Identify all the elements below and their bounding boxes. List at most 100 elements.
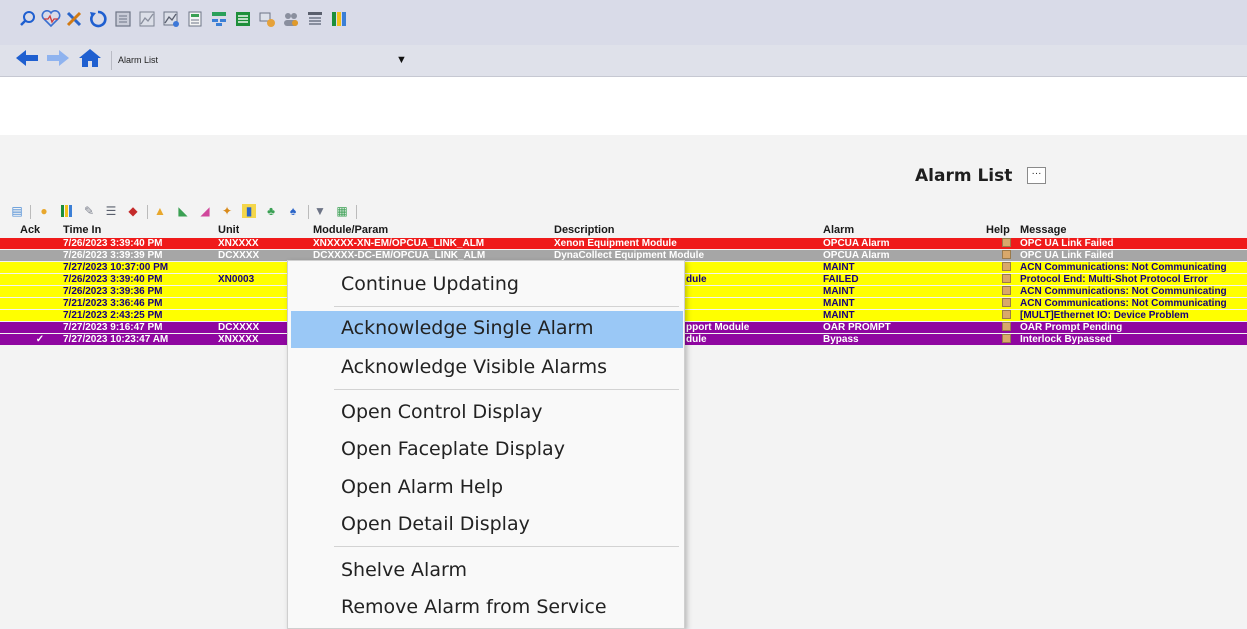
column-description[interactable]: Description: [554, 224, 615, 236]
table-cell: 7/26/2023 3:39:39 PM: [63, 250, 163, 261]
forward-arrow-icon[interactable]: [47, 48, 71, 72]
column-ack[interactable]: Ack: [20, 224, 40, 236]
chart-icon[interactable]: [137, 8, 157, 30]
menu-item-continue-updating[interactable]: Continue Updating: [288, 267, 684, 304]
context-menu: Continue Updating Acknowledge Single Ala…: [287, 260, 685, 629]
help-glyph: [1002, 298, 1011, 307]
nav-separator: [111, 51, 112, 70]
table-cell: ACN Communications: Not Communicating: [1020, 286, 1227, 297]
chart-edit-icon[interactable]: [161, 8, 181, 30]
help-glyph: [1002, 262, 1011, 271]
help-icon[interactable]: [1002, 298, 1011, 310]
table-cell: 7/27/2023 10:37:00 PM: [63, 262, 169, 273]
ack-check-icon: ✓: [35, 334, 45, 345]
columns-icon[interactable]: [329, 8, 349, 30]
table-row[interactable]: 7/26/2023 3:39:40 PM XNXXXX XNXXXX-XN-EM…: [0, 238, 1247, 249]
tools-icon[interactable]: [64, 8, 84, 30]
table-cell: MAINT: [823, 310, 855, 321]
menu-item-acknowledge-visible-alarms[interactable]: Acknowledge Visible Alarms: [288, 350, 684, 387]
help-icon[interactable]: [1002, 262, 1011, 274]
report-icon[interactable]: [113, 8, 133, 30]
help-icon[interactable]: [1002, 334, 1011, 346]
panel-options-button[interactable]: ···: [1027, 167, 1046, 184]
column-module-param[interactable]: Module/Param: [313, 224, 388, 236]
table-cell: pport Module: [686, 322, 750, 333]
menu-item-open-faceplate-display[interactable]: Open Faceplate Display: [288, 432, 684, 469]
help-icon[interactable]: [1002, 286, 1011, 298]
home-icon[interactable]: [78, 48, 102, 72]
network-icon[interactable]: [209, 8, 229, 30]
table-cell: dule: [686, 334, 707, 345]
menu-separator: [334, 306, 679, 307]
group-filter-icon[interactable]: ♣: [264, 204, 278, 218]
user-filter-icon[interactable]: ♠: [286, 204, 300, 218]
menu-item-shelve-alarm[interactable]: Shelve Alarm: [288, 553, 684, 590]
column-message[interactable]: Message: [1020, 224, 1066, 236]
table-cell: 7/26/2023 3:39:40 PM: [63, 274, 163, 285]
menu-item-open-alarm-help[interactable]: Open Alarm Help: [288, 470, 684, 507]
table-cell: 7/21/2023 2:43:25 PM: [63, 310, 163, 321]
back-arrow-icon[interactable]: [16, 48, 40, 72]
help-glyph: [1002, 250, 1011, 259]
help-icon[interactable]: [1002, 310, 1011, 322]
priority-filter-icon[interactable]: ▲: [153, 204, 167, 218]
export-icon[interactable]: ▦: [335, 204, 349, 218]
table-cell: OPCUA Alarm: [823, 238, 890, 249]
document-icon[interactable]: [185, 8, 205, 30]
table-cell: ACN Communications: Not Communicating: [1020, 298, 1227, 309]
edit-note-icon[interactable]: ✎: [82, 204, 96, 218]
menu-item-remove-alarm-from-service[interactable]: Remove Alarm from Service: [288, 590, 684, 627]
table-cell: Bypass: [823, 334, 859, 345]
user-group-icon[interactable]: [281, 8, 301, 30]
menu-item-label: Acknowledge Visible Alarms: [341, 356, 608, 378]
table-cell: OPC UA Link Failed: [1020, 250, 1114, 261]
area-filter-icon[interactable]: ✦: [220, 204, 234, 218]
list-icon[interactable]: [233, 8, 253, 30]
menu-item-label: Continue Updating: [341, 273, 519, 295]
bell-icon[interactable]: ●: [37, 204, 51, 218]
alarm-list-icon[interactable]: [305, 8, 325, 30]
filter-icon[interactable]: ▼: [313, 204, 327, 218]
list-view-icon[interactable]: ☰: [104, 204, 118, 218]
table-cell: MAINT: [823, 262, 855, 273]
menu-item-label: Remove Alarm from Service: [341, 596, 607, 618]
menu-item-open-control-display[interactable]: Open Control Display: [288, 395, 684, 432]
table-cell: 7/27/2023 9:16:47 PM: [63, 322, 163, 333]
help-icon[interactable]: [1002, 238, 1011, 250]
location-dropdown-button[interactable]: ▼: [396, 54, 407, 66]
menu-item-label: Open Detail Display: [341, 513, 530, 535]
navigation-bar: Alarm List ▼: [0, 45, 1247, 77]
highlight-filter-icon[interactable]: ▮: [242, 204, 256, 218]
table-settings-icon[interactable]: ▤: [10, 204, 24, 218]
column-time-in[interactable]: Time In: [63, 224, 101, 236]
alarm-table-header: Ack Time In Unit Module/Param Descriptio…: [0, 224, 1247, 237]
column-help[interactable]: Help: [986, 224, 1010, 236]
help-glyph: [1002, 286, 1011, 295]
unack-filter-icon[interactable]: ◣: [176, 204, 190, 218]
refresh-icon[interactable]: [88, 8, 108, 30]
help-icon[interactable]: [1002, 250, 1011, 262]
help-icon[interactable]: [1002, 322, 1011, 334]
column-alarm[interactable]: Alarm: [823, 224, 854, 236]
column-unit[interactable]: Unit: [218, 224, 239, 236]
table-cell: OAR PROMPT: [823, 322, 891, 333]
menu-item-label: Open Alarm Help: [341, 476, 504, 498]
menu-item-label: Shelve Alarm: [341, 559, 467, 581]
panel-title: Alarm List: [915, 166, 1013, 186]
table-cell: [MULT]Ethernet IO: Device Problem: [1020, 310, 1189, 321]
search-icon[interactable]: [18, 8, 38, 30]
table-cell: OPC UA Link Failed: [1020, 238, 1114, 249]
menu-item-acknowledge-single-alarm[interactable]: Acknowledge Single Alarm: [291, 311, 683, 348]
table-cell: Protocol End: Multi-Shot Protocol Error: [1020, 274, 1208, 285]
menu-item-label: Open Control Display: [341, 401, 543, 423]
menu-item-open-detail-display[interactable]: Open Detail Display: [288, 507, 684, 544]
heartbeat-icon[interactable]: [41, 8, 61, 30]
help-glyph: [1002, 334, 1011, 343]
help-glyph: [1002, 238, 1011, 247]
module-icon[interactable]: [257, 8, 277, 30]
main-toolbar: [0, 0, 1247, 46]
horn-icon[interactable]: ◆: [126, 204, 140, 218]
columns-view-icon[interactable]: [60, 204, 74, 218]
active-filter-icon[interactable]: ◢: [198, 204, 212, 218]
help-icon[interactable]: [1002, 274, 1011, 286]
